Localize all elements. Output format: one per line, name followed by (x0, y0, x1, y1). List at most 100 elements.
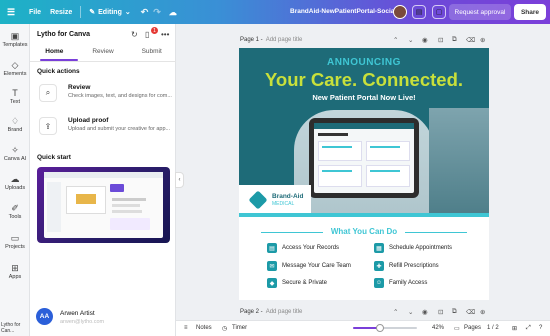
rail-label: Canva AI (3, 156, 27, 162)
uploads-icon: ☁ (10, 174, 20, 184)
review-action[interactable]: ⌕ Review Check images, text, and designs… (37, 82, 172, 106)
notes-icon[interactable]: ≡ (184, 325, 188, 331)
chevron-up-icon[interactable]: ⌃ (393, 36, 398, 44)
brand-logo: Brand-Aid MEDICAL (239, 185, 311, 215)
apps-icon: ⊞ (11, 263, 19, 273)
zoom-slider[interactable] (353, 324, 417, 332)
rail-item-uploads[interactable]: ☁ Uploads (0, 174, 30, 191)
refresh-icon[interactable]: ↻ (131, 30, 138, 39)
collaborator-avatar[interactable] (393, 5, 407, 19)
share-button[interactable]: Share (514, 4, 546, 20)
duplicate-icon[interactable]: ⧉ (452, 308, 457, 316)
user-name: Arwen Artist (60, 310, 95, 317)
notes-button[interactable]: Notes (196, 325, 212, 331)
tab-submit[interactable]: Submit (127, 44, 176, 60)
calendar-icon: ▦ (374, 243, 384, 253)
fullscreen-icon[interactable]: ⤢ (526, 325, 531, 332)
lytho-panel: Lytho for Canva ↻ ▯ 1 ••• Home Review Su… (30, 24, 176, 336)
accent-strip (239, 213, 489, 217)
page-2-label[interactable]: Page 2 - Add page title (240, 309, 302, 315)
rail-item-apps[interactable]: ⊞ Apps (0, 263, 30, 280)
request-approval-button[interactable]: Request approval (449, 4, 511, 20)
add-page-icon[interactable]: ⊕ (480, 308, 485, 316)
canva-ai-icon: ✧ (11, 145, 19, 155)
file-menu[interactable]: File (29, 9, 41, 16)
rail-item-elements[interactable]: ◇ Elements (0, 60, 30, 77)
eye-icon[interactable]: ◉ (422, 36, 428, 44)
upload-proof-action[interactable]: ⇪ Upload proof Upload and submit your cr… (37, 115, 170, 139)
zoom-slider-knob[interactable] (375, 324, 384, 332)
feature-item: Access Your Records (282, 245, 340, 251)
avatar: AA (36, 308, 53, 325)
redo-icon[interactable]: ↷ (153, 7, 161, 18)
duplicate-icon[interactable]: ⧉ (452, 36, 457, 44)
rail-item-canva-ai[interactable]: ✧ Canva AI (0, 145, 30, 162)
chevron-up-icon[interactable]: ⌃ (393, 308, 398, 316)
divider (30, 61, 176, 62)
timer-button[interactable]: Timer (232, 325, 247, 331)
grid-view-icon[interactable]: ⊞ (512, 325, 517, 332)
rail-label: Projects (5, 244, 25, 250)
collapse-panel-button[interactable]: ‹ (175, 172, 184, 188)
action-title: Review (68, 84, 91, 91)
pages-button[interactable]: Pages (464, 325, 481, 331)
pencil-icon: ✎ (89, 9, 96, 16)
pill-icon: ✚ (374, 261, 384, 271)
lock-icon[interactable]: ⊡ (438, 308, 443, 316)
chevron-down-icon[interactable]: ⌄ (408, 308, 413, 316)
lock-icon[interactable]: ⊡ (438, 36, 443, 44)
feature-item: Schedule Appointments (389, 245, 453, 251)
rail-item-tools[interactable]: ✐ Tools (0, 203, 30, 220)
rail-label: Text (9, 99, 21, 105)
rail-item-templates[interactable]: ▣ Templates (0, 31, 30, 48)
announcing-text: ANNOUNCING (327, 57, 401, 68)
cloud-sync-icon[interactable]: ☁ (169, 8, 177, 17)
add-page-icon[interactable]: ⊕ (480, 36, 485, 44)
feature-item: Family Access (389, 280, 428, 286)
rail-item-lytho[interactable]: Lytho for Can... (1, 322, 29, 334)
upload-icon: ⇪ (39, 117, 57, 135)
subheadline: New Patient Portal Now Live! (312, 93, 416, 102)
panel-tabs: Home Review Submit (30, 44, 176, 60)
tab-home[interactable]: Home (30, 44, 79, 60)
insights-icon[interactable]: ▤ (412, 5, 426, 19)
message-icon: ✉ (267, 261, 277, 271)
quick-start-video[interactable] (37, 167, 170, 243)
delete-icon[interactable]: ⌫ (466, 36, 475, 44)
pages-icon[interactable]: ▭ (454, 325, 460, 332)
templates-icon: ▣ (10, 31, 20, 41)
family-icon: ☺ (374, 278, 384, 288)
page-1-label[interactable]: Page 1 - Add page title (240, 37, 302, 43)
tablet-mockup (309, 118, 419, 198)
comment-icon[interactable]: ▢ (432, 5, 446, 19)
add-page-title[interactable]: Add page title (266, 37, 303, 43)
more-options-icon[interactable]: ••• (161, 30, 169, 39)
elements-icon: ◇ (11, 60, 19, 70)
user-profile[interactable]: AA Arwen Artist arwen@lytho.com (36, 306, 170, 328)
rail-label: Tools (8, 214, 22, 220)
help-icon[interactable]: ? (539, 325, 542, 331)
zoom-level[interactable]: 42% (432, 325, 444, 331)
timer-icon[interactable]: ◷ (222, 325, 227, 332)
what-you-can-do-heading: What You Can Do (330, 227, 398, 236)
rail-item-text[interactable]: T Text (0, 88, 30, 105)
page-count[interactable]: 1 / 2 (487, 325, 499, 331)
design-page-1[interactable]: ANNOUNCING Your Care. Connected. New Pat… (239, 48, 489, 300)
tab-review[interactable]: Review (79, 44, 128, 60)
rail-item-brand[interactable]: ♢ Brand (0, 116, 30, 133)
eye-icon[interactable]: ◉ (422, 308, 428, 316)
delete-icon[interactable]: ⌫ (466, 308, 475, 316)
video-thumbnail (44, 172, 163, 238)
divider (80, 6, 82, 18)
undo-icon[interactable]: ↶ (141, 7, 149, 18)
chevron-down-icon[interactable]: ⌄ (408, 36, 413, 44)
logo-subtitle: MEDICAL (272, 201, 295, 207)
add-page-title[interactable]: Add page title (266, 309, 303, 315)
editing-mode-button[interactable]: ✎ Editing ⌄ (89, 8, 130, 17)
rail-item-projects[interactable]: ▭ Projects (0, 233, 30, 250)
resize-menu[interactable]: Resize (50, 9, 72, 16)
notifications-icon[interactable]: ▯ (145, 30, 149, 39)
menu-icon[interactable]: ☰ (2, 7, 20, 18)
notification-badge: 1 (151, 27, 158, 34)
file-name[interactable]: BrandAid-NewPatientPortal-Social (290, 8, 396, 15)
